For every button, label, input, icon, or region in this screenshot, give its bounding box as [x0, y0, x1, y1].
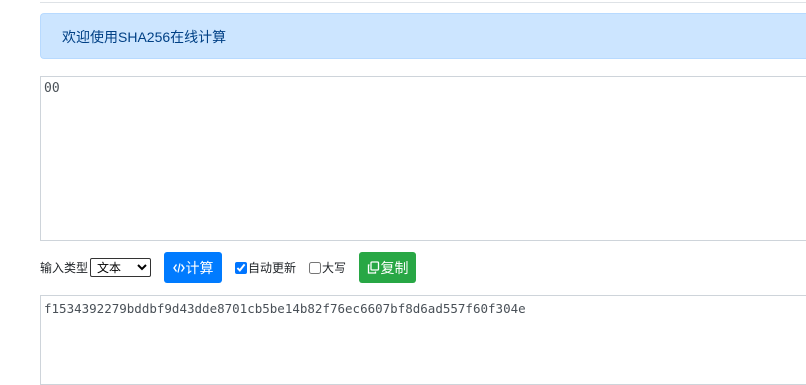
auto-update-label: 自动更新 [248, 261, 297, 275]
copy-button[interactable]: 复制 [359, 252, 417, 283]
controls-bar: 输入类型 文本 计算 自动更新 大写 复制 [40, 252, 417, 283]
welcome-message: 欢迎使用SHA256在线计算 [62, 29, 227, 45]
code-icon [172, 262, 185, 274]
copy-icon [367, 261, 380, 274]
auto-update-checkbox[interactable] [235, 261, 248, 274]
uppercase-option[interactable]: 大写 [309, 259, 346, 276]
input-textarea[interactable]: 00 [40, 76, 806, 241]
auto-update-option[interactable]: 自动更新 [235, 259, 296, 276]
compute-button[interactable]: 计算 [164, 252, 223, 283]
input-type-select[interactable]: 文本 [90, 258, 152, 277]
output-textarea[interactable]: f1534392279bddbf9d43dde8701cb5be14b82f76… [40, 295, 806, 385]
uppercase-label: 大写 [322, 261, 347, 275]
input-type-label: 输入类型 [40, 261, 89, 275]
welcome-alert: 欢迎使用SHA256在线计算 [40, 13, 806, 59]
copy-label: 复制 [380, 259, 409, 276]
uppercase-checkbox[interactable] [309, 261, 322, 274]
compute-label: 计算 [185, 259, 214, 276]
top-divider [40, 2, 806, 3]
